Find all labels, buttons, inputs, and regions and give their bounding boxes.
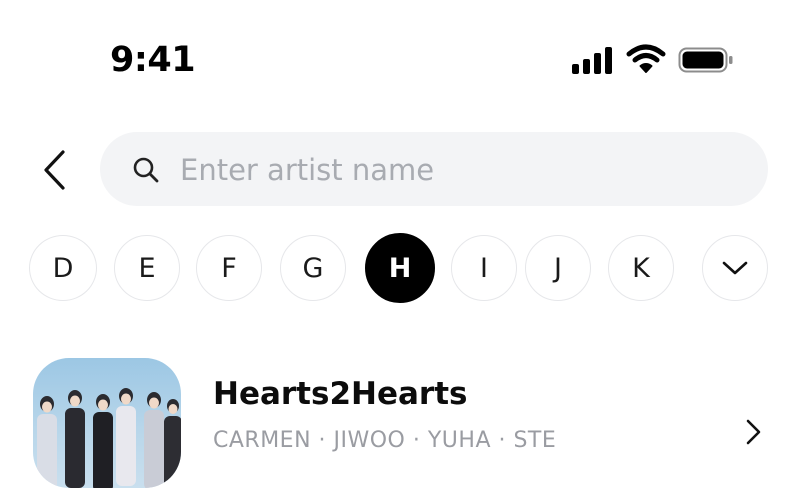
expand-alphabet-button[interactable] — [702, 235, 768, 301]
status-time: 9:41 — [110, 40, 196, 80]
status-icons — [572, 42, 742, 78]
letter-chip-k[interactable]: K — [608, 235, 674, 301]
wifi-icon — [626, 44, 666, 73]
letter-chip-g[interactable]: G — [280, 235, 346, 301]
letter-chip-f[interactable]: F — [196, 235, 262, 301]
cellular-signal-icon — [572, 46, 614, 74]
letter-chip-i[interactable]: I — [451, 235, 517, 301]
artist-name: Hearts2Hearts — [213, 376, 468, 412]
chevron-down-icon — [722, 261, 748, 275]
artist-photo — [33, 358, 181, 488]
letter-chip-e[interactable]: E — [114, 235, 180, 301]
search-input[interactable] — [178, 144, 742, 196]
back-button[interactable] — [36, 146, 76, 194]
letter-chip-j[interactable]: J — [525, 235, 591, 301]
battery-icon — [678, 47, 733, 73]
artist-members: CARMEN · JIWOO · YUHA · STE — [213, 428, 557, 453]
letter-chip-d[interactable]: D — [29, 235, 97, 301]
search-bar[interactable] — [100, 132, 768, 206]
letter-chip-h-selected[interactable]: H — [365, 233, 435, 303]
search-icon — [133, 157, 159, 183]
chevron-right-icon[interactable] — [742, 417, 764, 447]
